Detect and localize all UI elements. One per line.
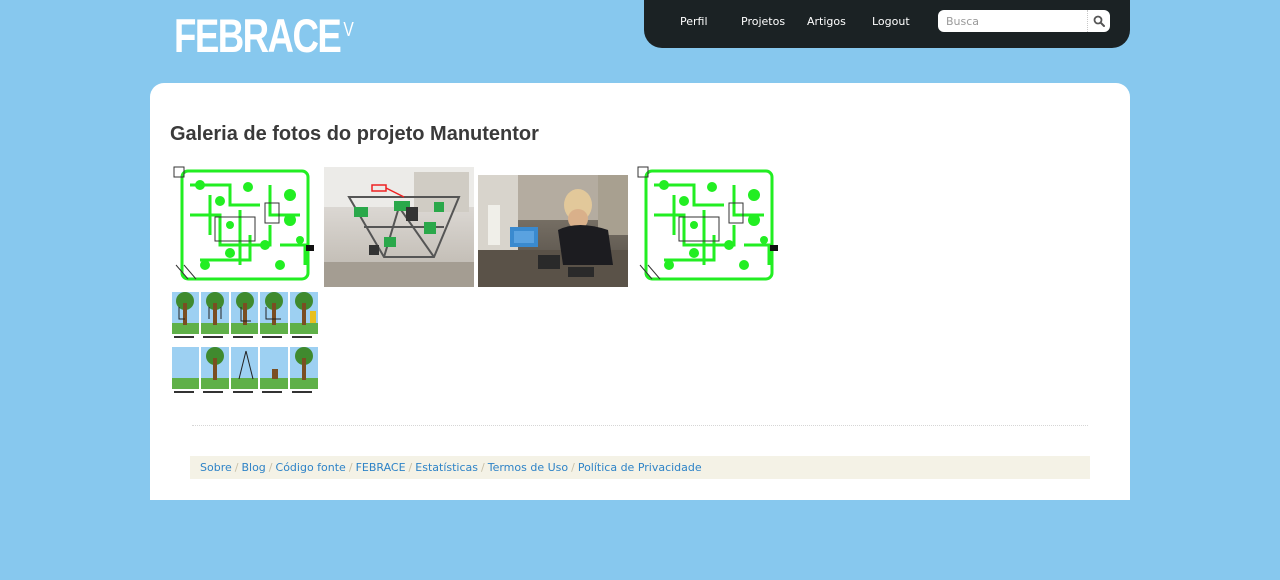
pcb-layout-image [637, 166, 778, 281]
logo-text: FEBRACE [174, 9, 342, 62]
page-title: Galeria de fotos do projeto Manutentor [170, 123, 539, 145]
footer-separator: / [408, 461, 413, 474]
nav-link-artigos[interactable]: Artigos [807, 15, 846, 28]
footer-separator: / [234, 461, 239, 474]
footer-separator: / [481, 461, 485, 474]
tree-swing-comic-image [172, 292, 318, 393]
nav-link-logout[interactable]: Logout [872, 15, 910, 28]
search-box [938, 10, 1110, 32]
workshop-image [478, 175, 628, 287]
content-divider [192, 425, 1088, 426]
nav-link-perfil[interactable]: Perfil [680, 15, 708, 28]
search-input[interactable] [938, 10, 1086, 32]
footer-links: Sobre / Blog / Código fonte / FEBRACE / Estatíst… [190, 456, 1090, 479]
febrace-logo[interactable]: FEBRACE V [174, 8, 354, 64]
logo-superscript: V [343, 19, 353, 41]
footer-link-blog[interactable]: Blog [241, 461, 265, 474]
top-navigation: Perfil Projetos Artigos Logout [644, 0, 1130, 48]
footer-link-politica-de-privacidade[interactable]: Política de Privacidade [578, 461, 702, 474]
footer-link-sobre[interactable]: Sobre [200, 461, 232, 474]
footer-link-codigo-fonte[interactable]: Código fonte [276, 461, 346, 474]
footer-link-estatisticas[interactable]: Estatísticas [415, 461, 478, 474]
3d-printer-image [324, 167, 474, 287]
gallery-photo-4[interactable] [634, 165, 784, 287]
nav-link-projetos[interactable]: Projetos [741, 15, 785, 28]
footer-separator: / [571, 461, 575, 474]
main-content: Galeria de fotos do projeto Manutentor S… [150, 83, 1130, 500]
footer-link-termos-de-uso[interactable]: Termos de Uso [488, 461, 568, 474]
footer-separator: / [348, 461, 353, 474]
magnifier-icon [1093, 15, 1105, 27]
gallery-photo-5[interactable] [171, 291, 319, 401]
gallery-photo-3[interactable] [478, 175, 628, 287]
footer-separator: / [268, 461, 273, 474]
gallery-photo-2[interactable] [324, 167, 474, 287]
search-button[interactable] [1087, 10, 1110, 32]
pcb-layout-image [173, 166, 314, 281]
gallery-photo-1[interactable] [170, 165, 320, 287]
footer-link-febrace[interactable]: FEBRACE [356, 461, 406, 474]
